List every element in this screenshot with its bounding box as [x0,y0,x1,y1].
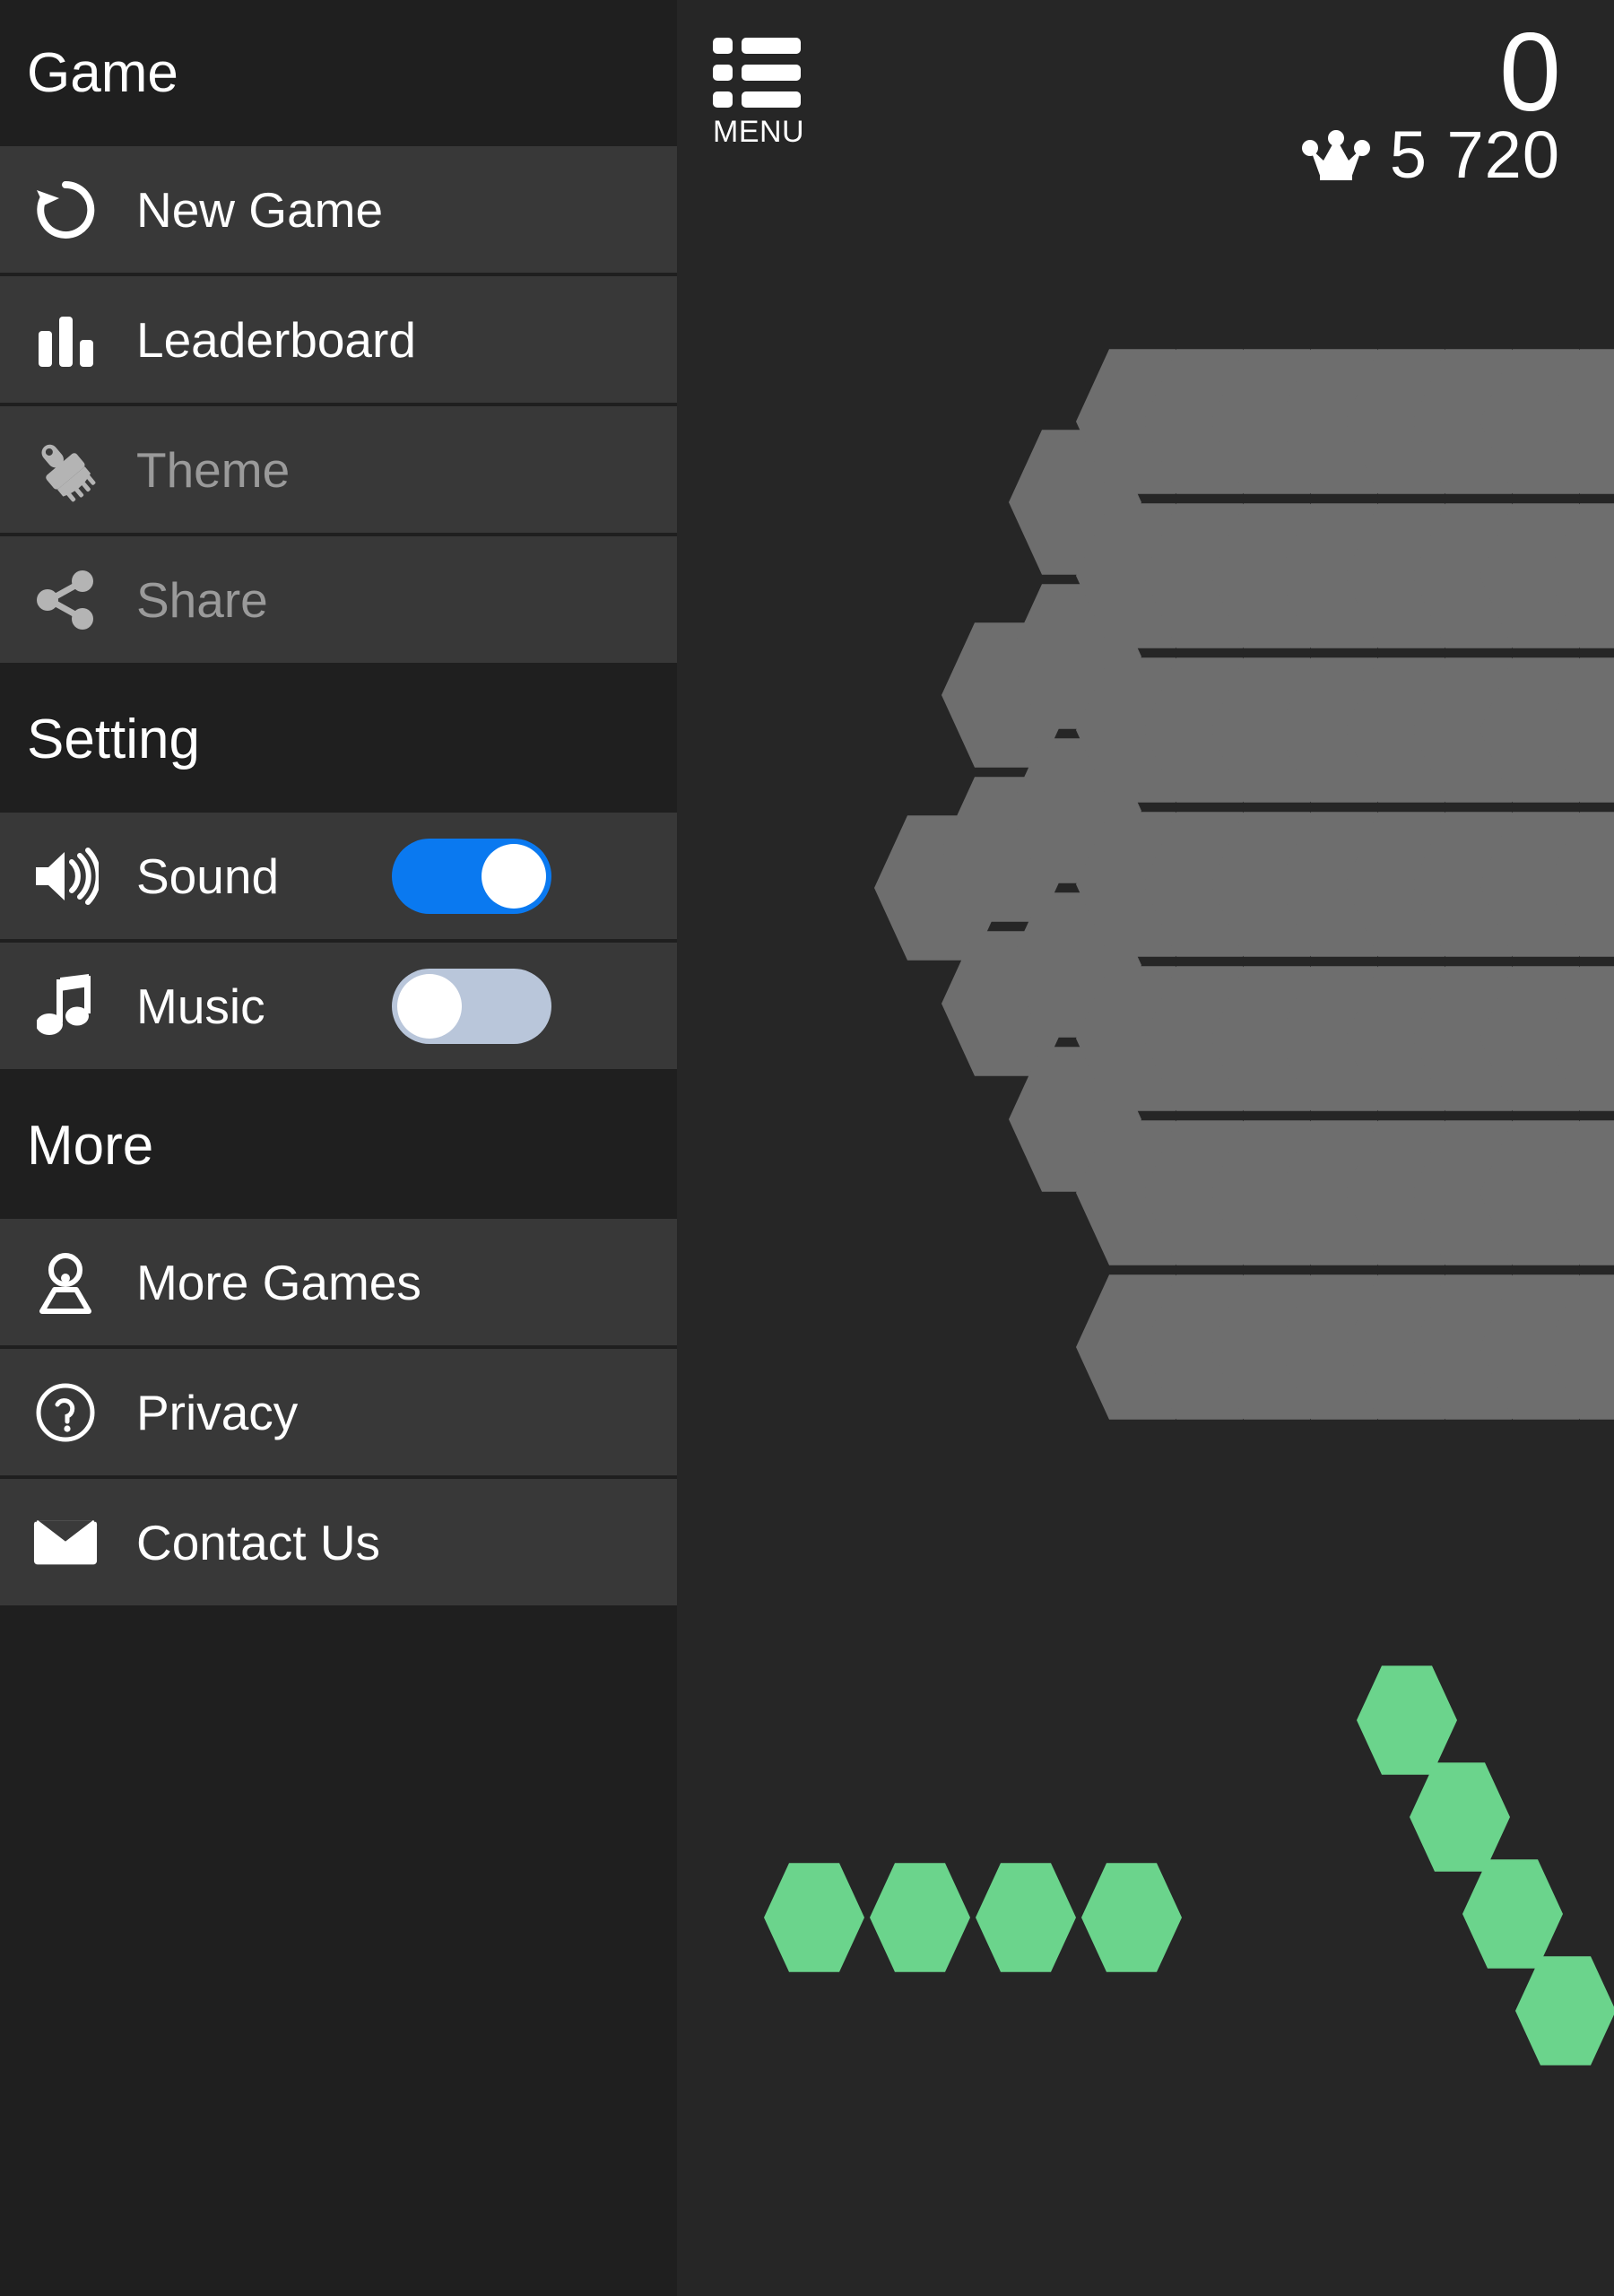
drawer-item-label: Contact Us [136,1514,381,1570]
drawer-item-label: Privacy [136,1384,299,1440]
drawer-item-label: Music [136,978,265,1034]
drawer-item-label: More Games [136,1254,421,1310]
drawer-section-header-more: More [0,1073,677,1219]
menu-button[interactable]: MENU [713,36,820,152]
paintbrush-icon [32,437,99,503]
drawer-item-label: Sound [136,848,280,904]
drawer-item-label: Leaderboard [136,311,416,368]
best-score: 5 720 [1389,117,1560,193]
restart-icon [32,177,99,243]
drawer-item-theme[interactable]: Theme [0,406,677,536]
toggle-sound[interactable] [392,838,551,914]
question-mark-icon [32,1379,99,1446]
music-note-icon [32,973,99,1039]
toggle-knob [482,843,546,909]
menu-button-label: MENU [713,115,805,149]
share-icon [32,567,99,633]
drawer-section-header-game: Game [0,0,677,146]
person-icon [32,1249,99,1316]
drawer-item-contact-us[interactable]: Contact Us [0,1479,677,1609]
drawer-item-new-game[interactable]: New Game [0,146,677,276]
list-menu-icon [713,36,801,109]
drawer-item-leaderboard[interactable]: Leaderboard [0,276,677,406]
crown-icon [1301,130,1370,181]
drawer-item-more-games[interactable]: More Games [0,1219,677,1349]
drawer-item-share[interactable]: Share [0,536,677,666]
drawer-item-privacy[interactable]: Privacy [0,1349,677,1479]
toggle-music[interactable] [392,968,551,1044]
current-score: 0 [1499,11,1561,135]
drawer-item-sound[interactable]: Sound [0,813,677,943]
drawer-item-music[interactable]: Music [0,943,677,1073]
envelope-icon [32,1509,99,1576]
toggle-knob [397,973,462,1039]
best-score-row: 5 720 [1094,122,1560,188]
score-block: 0 5 720 [1094,11,1561,188]
drawer-item-label: Theme [136,441,291,498]
speaker-icon [32,843,99,909]
drawer-section-header-setting: Setting [0,666,677,813]
drawer-empty-space [0,1609,677,2237]
drawer-body: Game New Game Leaderboard Theme Share Setting… [0,0,677,1609]
drawer-item-label: Share [136,571,268,628]
drawer-item-label: New Game [136,181,384,238]
navigation-drawer: Game New Game Leaderboard Theme Share Setting… [0,0,677,2296]
bar-chart-icon [32,307,99,373]
